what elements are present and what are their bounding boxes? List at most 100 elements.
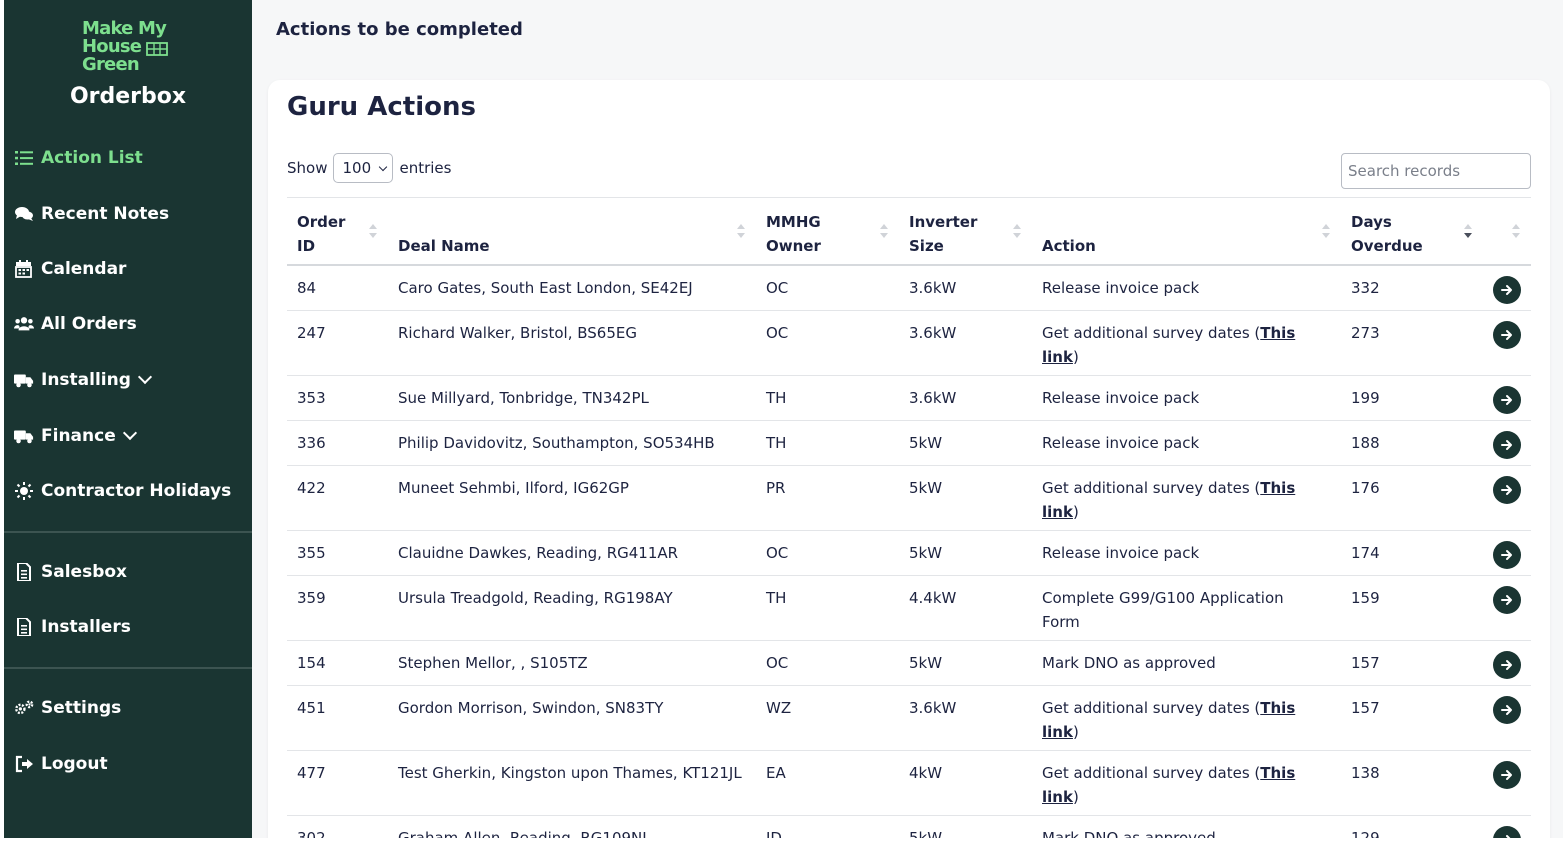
owner-cell: JD	[766, 829, 782, 838]
column-header-mmhg-owner[interactable]: MMHG Owner	[766, 210, 821, 258]
column-header-action[interactable]: Action	[1042, 210, 1096, 258]
order-id-cell: 302	[297, 829, 326, 838]
open-order-button[interactable]	[1493, 321, 1521, 349]
owner-cell: OC	[766, 654, 789, 672]
open-order-button[interactable]	[1493, 276, 1521, 304]
column-header-deal-name[interactable]: Deal Name	[398, 210, 490, 258]
sidebar-item-salesbox[interactable]: Salesbox	[13, 558, 127, 586]
inverter-size-cell: 3.6kW	[909, 699, 957, 717]
truck-icon	[13, 425, 35, 447]
open-order-button[interactable]	[1493, 586, 1521, 614]
app-window: Make My House Green Orderbox Action List…	[4, 0, 1563, 838]
make-my-house-green-logo[interactable]: Make My House Green	[82, 20, 178, 76]
sidebar-item-label: Action List	[41, 148, 143, 168]
sort-icon	[369, 224, 377, 240]
sidebar-item-installing[interactable]: Installing	[13, 366, 152, 394]
sidebar-item-contractor-holidays[interactable]: Contractor Holidays	[13, 477, 231, 505]
deal-name-cell: Philip Davidovitz, Southampton, SO534HB	[398, 434, 715, 452]
open-order-button[interactable]	[1493, 651, 1521, 679]
sidebar-item-label: Logout	[41, 754, 108, 774]
gears-icon	[13, 697, 35, 719]
column-header-days-overdue[interactable]: Days Overdue	[1351, 210, 1423, 258]
inverter-size-cell: 5kW	[909, 434, 943, 452]
action-text-end: )	[1072, 503, 1079, 521]
table-row: 353 Sue Millyard, Tonbridge, TN342PL TH …	[287, 376, 1531, 421]
arrow-right-icon	[1506, 835, 1511, 838]
open-order-button[interactable]	[1493, 476, 1521, 504]
order-id-cell: 336	[297, 434, 326, 452]
sidebar-item-calendar[interactable]: Calendar	[13, 255, 126, 283]
days-overdue-cell: 273	[1351, 324, 1380, 342]
deal-name-cell: Richard Walker, Bristol, BS65EG	[398, 324, 637, 342]
order-id-cell: 154	[297, 654, 326, 672]
column-header-inverter-size[interactable]: Inverter Size	[909, 210, 977, 258]
order-id-cell: 84	[297, 279, 317, 297]
days-overdue-cell: 332	[1351, 279, 1380, 297]
inverter-size-cell: 4.4kW	[909, 589, 957, 607]
action-text: Get additional survey dates (	[1042, 324, 1261, 342]
open-order-button[interactable]	[1493, 696, 1521, 724]
open-order-button[interactable]	[1493, 826, 1521, 838]
arrow-right-icon	[1501, 770, 1512, 780]
table-row: 302 Graham Allen, Reading, RG109NL JD 5k…	[287, 816, 1531, 838]
entries-select[interactable]: 100	[333, 153, 394, 183]
sidebar-item-logout[interactable]: Logout	[13, 750, 108, 778]
sidebar: Make My House Green Orderbox Action List…	[4, 0, 252, 838]
open-order-button[interactable]	[1493, 761, 1521, 789]
arrow-right-icon	[1501, 595, 1512, 605]
users-icon	[13, 313, 35, 335]
order-id-cell: 422	[297, 479, 326, 497]
sidebar-item-settings[interactable]: Settings	[13, 694, 121, 722]
inverter-size-cell: 3.6kW	[909, 389, 957, 407]
chevron-down-icon	[137, 369, 152, 385]
owner-cell: EA	[766, 764, 786, 782]
action-cell: Get additional survey dates (This link)	[1042, 476, 1322, 524]
action-text: Release invoice pack	[1042, 434, 1200, 452]
action-text: Mark DNO as approved	[1042, 829, 1216, 838]
days-overdue-cell: 157	[1351, 699, 1380, 717]
action-text: Get additional survey dates (	[1042, 764, 1261, 782]
owner-cell: OC	[766, 279, 789, 297]
search-input[interactable]	[1341, 153, 1531, 189]
deal-name-cell: Muneet Sehmbi, Ilford, IG62GP	[398, 479, 629, 497]
days-overdue-cell: 159	[1351, 589, 1380, 607]
order-id-cell: 359	[297, 589, 326, 607]
column-header-order-id[interactable]: Order ID	[297, 210, 345, 258]
action-cell: Release invoice pack	[1042, 276, 1322, 300]
inverter-size-cell: 5kW	[909, 544, 943, 562]
actions-table: Order ID Deal Name MMHG Owner Inverter S…	[287, 197, 1531, 838]
sidebar-item-all-orders[interactable]: All Orders	[13, 310, 137, 338]
open-order-button[interactable]	[1493, 386, 1521, 414]
table-row: 154 Stephen Mellor, , S105TZ OC 5kW Mark…	[287, 641, 1531, 686]
inverter-size-cell: 5kW	[909, 479, 943, 497]
sidebar-item-recent-notes[interactable]: Recent Notes	[13, 200, 169, 228]
action-text: Complete G99/G100 Application Form	[1042, 589, 1284, 631]
guru-actions-card: Guru Actions Show 100 entries Order ID D…	[268, 80, 1550, 838]
sort-icon	[880, 224, 888, 240]
sidebar-item-label: Salesbox	[41, 562, 128, 582]
deal-name-cell: Ursula Treadgold, Reading, RG198AY	[398, 589, 673, 607]
logo-line-3: Green	[82, 54, 140, 75]
open-order-button[interactable]	[1493, 541, 1521, 569]
sort-icon	[1512, 224, 1520, 240]
action-cell: Get additional survey dates (This link)	[1042, 321, 1322, 369]
sidebar-item-action-list[interactable]: Action List	[13, 144, 143, 172]
open-order-button[interactable]	[1493, 431, 1521, 459]
sidebar-item-installers[interactable]: Installers	[13, 613, 131, 641]
inverter-size-cell: 5kW	[909, 654, 943, 672]
solar-panel-icon	[146, 42, 168, 56]
action-cell: Mark DNO as approved	[1042, 826, 1322, 838]
action-text: Get additional survey dates (	[1042, 479, 1261, 497]
card-title: Guru Actions	[287, 92, 476, 122]
arrow-right-icon	[1501, 330, 1512, 340]
action-text-end: )	[1072, 788, 1079, 806]
show-label: Show	[287, 159, 328, 177]
sort-desc-icon	[1464, 224, 1472, 240]
deal-name-cell: Caro Gates, South East London, SE42EJ	[398, 279, 693, 297]
sidebar-item-finance[interactable]: Finance	[13, 422, 137, 450]
days-overdue-cell: 157	[1351, 654, 1380, 672]
owner-cell: PR	[766, 479, 786, 497]
sidebar-item-label: All Orders	[41, 314, 137, 334]
sort-icon	[1322, 224, 1330, 240]
table-row: 477 Test Gherkin, Kingston upon Thames, …	[287, 751, 1531, 816]
